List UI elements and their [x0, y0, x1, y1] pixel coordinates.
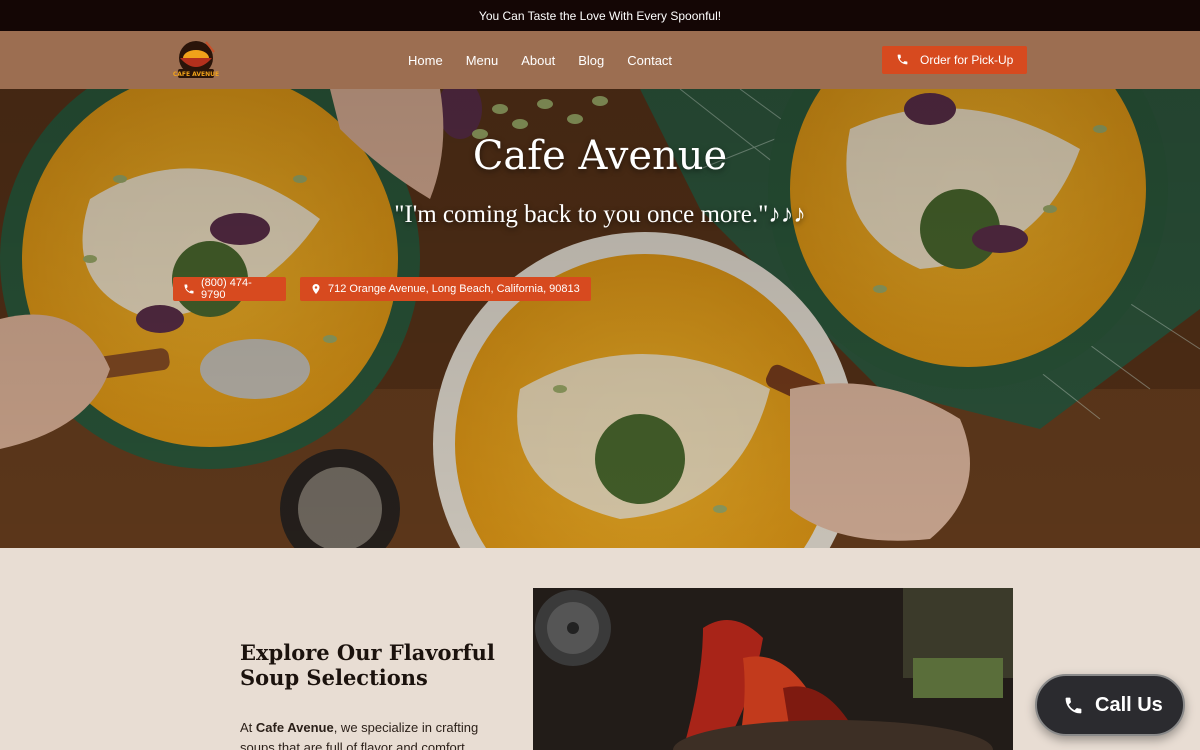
intro-brand-name: Cafe Avenue	[255, 720, 334, 735]
section-title: Explore Our Flavorful Soup Selections	[240, 640, 495, 690]
main-navigation: CAFE AVENUE Home Menu About Blog Contact…	[0, 31, 1200, 89]
announcement-text: You Can Taste the Love With Every Spoonf…	[478, 8, 722, 23]
call-us-label: Call Us	[1095, 693, 1163, 716]
map-pin-icon	[310, 283, 322, 295]
nav-item-menu[interactable]: Menu	[466, 53, 499, 68]
hero-phone-label: (800) 474-9790	[201, 277, 252, 301]
hero-address-label: 712 Orange Avenue, Long Beach, Californi…	[328, 283, 580, 295]
nav-item-contact[interactable]: Contact	[627, 53, 672, 68]
intro-prefix: At	[240, 720, 256, 735]
hero-quote: "I'm coming back to you once more."♪♪♪	[394, 201, 806, 228]
logo-wordmark: CAFE AVENUE	[173, 71, 219, 78]
section-intro-text: At Cafe Avenue, we specialize in craftin…	[240, 718, 510, 750]
hero-phone-button[interactable]: (800) 474-9790	[173, 277, 286, 301]
hero-banner: Cafe Avenue "I'm coming back to you once…	[0, 89, 1200, 548]
cafe-avenue-logo[interactable]: CAFE AVENUE	[172, 38, 220, 82]
hero-address-button[interactable]: 712 Orange Avenue, Long Beach, Californi…	[300, 277, 591, 301]
soup-selection-section: Explore Our Flavorful Soup Selections At…	[0, 548, 1200, 750]
phone-icon	[183, 283, 195, 295]
hero-title: Cafe Avenue	[472, 133, 728, 179]
nav-menu: Home Menu About Blog Contact	[408, 31, 695, 89]
nav-item-blog[interactable]: Blog	[578, 53, 604, 68]
phone-icon	[1063, 695, 1084, 716]
announcement-bar: You Can Taste the Love With Every Spoonf…	[0, 0, 1200, 31]
order-pickup-label: Order for Pick-Up	[920, 53, 1014, 67]
call-us-button[interactable]: Call Us	[1035, 674, 1185, 736]
nav-item-about[interactable]: About	[521, 53, 555, 68]
phone-icon	[896, 53, 909, 66]
nav-item-home[interactable]: Home	[408, 53, 443, 68]
order-pickup-button[interactable]: Order for Pick-Up	[882, 46, 1027, 74]
chili-cooking-photo	[533, 588, 1013, 750]
